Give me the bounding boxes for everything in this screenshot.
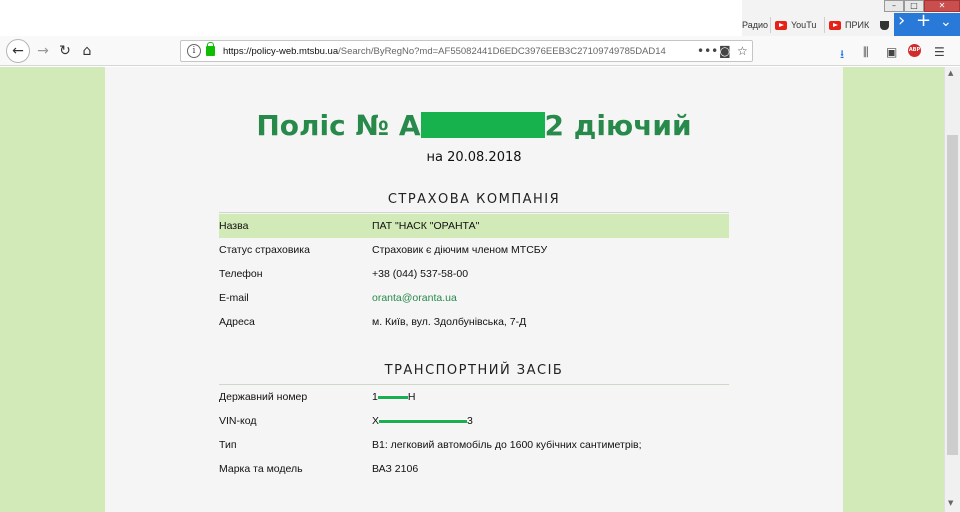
tab-scroll-right-icon[interactable]: › <box>898 10 905 31</box>
row-label: Назва <box>219 220 249 232</box>
row-label: Державний номер <box>219 391 308 403</box>
lock-icon[interactable] <box>206 42 215 56</box>
minimize-button[interactable]: – <box>884 0 904 12</box>
url-path: /Search/ByRegNo?md=AF55082441D6EDC3976EE… <box>338 45 666 57</box>
row-label: Адреса <box>219 316 255 328</box>
tab-label: YouTu <box>791 20 817 30</box>
arrow-left-icon: ← <box>12 43 24 59</box>
vehicle-row-type: Тип В1: легковий автомобіль до 1600 кубі… <box>219 433 729 457</box>
close-window-button[interactable]: ✕ <box>924 0 960 12</box>
insurer-row-name: Назва ПАТ "НАСК "ОРАНТА" <box>219 214 729 238</box>
scrollbar-thumb[interactable] <box>947 135 958 455</box>
arrow-right-icon: → <box>37 43 49 59</box>
policy-date: на 20.08.2018 <box>426 150 522 165</box>
pocket-icon <box>880 20 889 30</box>
sidebar-icon[interactable]: ▣ <box>886 45 897 59</box>
bookmark-star-icon[interactable]: ☆ <box>737 44 748 58</box>
new-tab-button[interactable]: + <box>916 10 931 31</box>
row-label: VIN-код <box>219 415 257 427</box>
page-viewport: Поліс № А 2 діючий на 20.08.2018 СТРАХОВА… <box>0 67 944 512</box>
scroll-down-icon[interactable]: ▼ <box>948 499 953 507</box>
pocket-icon[interactable]: ◙ <box>719 44 731 58</box>
browser-titlebar: Радио YouTu ПРИК › + ⌄ – □ ✕ <box>0 0 960 36</box>
vehicle-section-heading: ТРАНСПОРТНИЙ ЗАСІБ <box>384 363 564 378</box>
home-icon: ⌂ <box>82 43 92 59</box>
reload-icon: ↻ <box>59 43 71 59</box>
menu-hamburger-icon[interactable]: ☰ <box>934 45 945 59</box>
info-icon[interactable]: i <box>187 44 201 58</box>
row-label: Марка та модель <box>219 463 303 475</box>
download-icon[interactable]: ⭳ <box>840 45 844 66</box>
tab-prik[interactable]: ПРИК <box>824 14 876 36</box>
navigation-toolbar: ← → ↻ ⌂ i https://policy-web.mtsbu.ua/Se… <box>0 36 960 66</box>
vehicle-row-reg-number: Державний номер 1Н <box>219 385 729 409</box>
vertical-scrollbar[interactable]: ▲ ▼ <box>944 67 960 512</box>
reload-button[interactable]: ↻ <box>54 40 76 62</box>
section-divider <box>219 212 729 213</box>
email-link[interactable]: oranta@oranta.ua <box>372 292 729 304</box>
back-button[interactable]: ← <box>6 39 30 63</box>
vin-suffix: 3 <box>467 415 473 427</box>
policy-title: Поліс № А 2 діючий <box>105 109 843 142</box>
policy-number-redaction <box>420 112 545 138</box>
titlebar-blank-area <box>0 0 742 34</box>
tab-label: ПРИК <box>845 20 870 30</box>
vin-prefix: Х <box>372 415 380 427</box>
tab-separator <box>824 17 825 33</box>
row-label: Тип <box>219 439 237 451</box>
policy-title-suffix: 2 діючий <box>544 109 692 142</box>
insurer-row-address: Адреса м. Київ, вул. Здолбунівська, 7-Д <box>219 310 729 334</box>
tab-strip-controls: › + ⌄ <box>894 10 960 36</box>
forward-button[interactable]: → <box>32 40 54 62</box>
row-value: ВАЗ 2106 <box>372 463 419 475</box>
tab-label: Радио <box>742 20 768 30</box>
maximize-button[interactable]: □ <box>904 0 924 12</box>
reg-suffix: Н <box>407 391 416 403</box>
row-value: ПАТ "НАСК "ОРАНТА" <box>372 220 480 232</box>
insurer-row-status: Статус страховика Страховик є діючим чле… <box>219 238 729 262</box>
vehicle-row-vin: VIN-код Х3 <box>219 409 729 433</box>
tab-youtube[interactable]: YouTu <box>770 14 822 36</box>
tab-radio[interactable]: Радио <box>742 14 768 36</box>
url-host: https://policy-web.mtsbu.ua <box>223 45 339 57</box>
row-value: м. Київ, вул. Здолбунівська, 7-Д <box>372 316 527 328</box>
home-button[interactable]: ⌂ <box>76 40 98 62</box>
row-value: Страховик є діючим членом МТСБУ <box>372 244 548 256</box>
vehicle-row-model: Марка та модель ВАЗ 2106 <box>219 457 729 481</box>
policy-card: Поліс № А 2 діючий на 20.08.2018 СТРАХОВА… <box>105 67 843 512</box>
row-value: Х3 <box>372 415 729 427</box>
insurer-section-heading: СТРАХОВА КОМПАНІЯ <box>387 192 561 207</box>
all-tabs-chevron-icon[interactable]: ⌄ <box>940 14 952 30</box>
page-actions-icon[interactable]: ••• <box>697 44 718 58</box>
address-bar[interactable]: i https://policy-web.mtsbu.ua/Search/ByR… <box>180 40 753 62</box>
adblock-icon[interactable]: ABP <box>908 44 921 57</box>
scroll-up-icon[interactable]: ▲ <box>948 69 953 77</box>
row-value: В1: легковий автомобіль до 1600 кубічних… <box>372 439 642 451</box>
row-label: Телефон <box>219 268 263 280</box>
policy-title-prefix: Поліс № А <box>256 109 421 142</box>
insurer-row-email: E-mail oranta@oranta.ua <box>219 286 729 310</box>
row-value: +38 (044) 537-58-00 <box>372 268 469 280</box>
row-value: 1Н <box>372 391 729 403</box>
youtube-icon <box>775 20 787 30</box>
url-text[interactable]: https://policy-web.mtsbu.ua/Search/ByReg… <box>223 46 693 57</box>
tab-separator <box>770 17 771 33</box>
library-icon[interactable]: ⫼ <box>863 45 869 60</box>
insurer-row-phone: Телефон +38 (044) 537-58-00 <box>219 262 729 286</box>
vin-redaction <box>379 418 468 424</box>
row-label: E-mail <box>219 292 249 304</box>
youtube-icon <box>829 20 841 30</box>
tab-pocket[interactable] <box>880 14 894 36</box>
reg-number-redaction <box>377 394 408 400</box>
row-label: Статус страховика <box>219 244 310 256</box>
